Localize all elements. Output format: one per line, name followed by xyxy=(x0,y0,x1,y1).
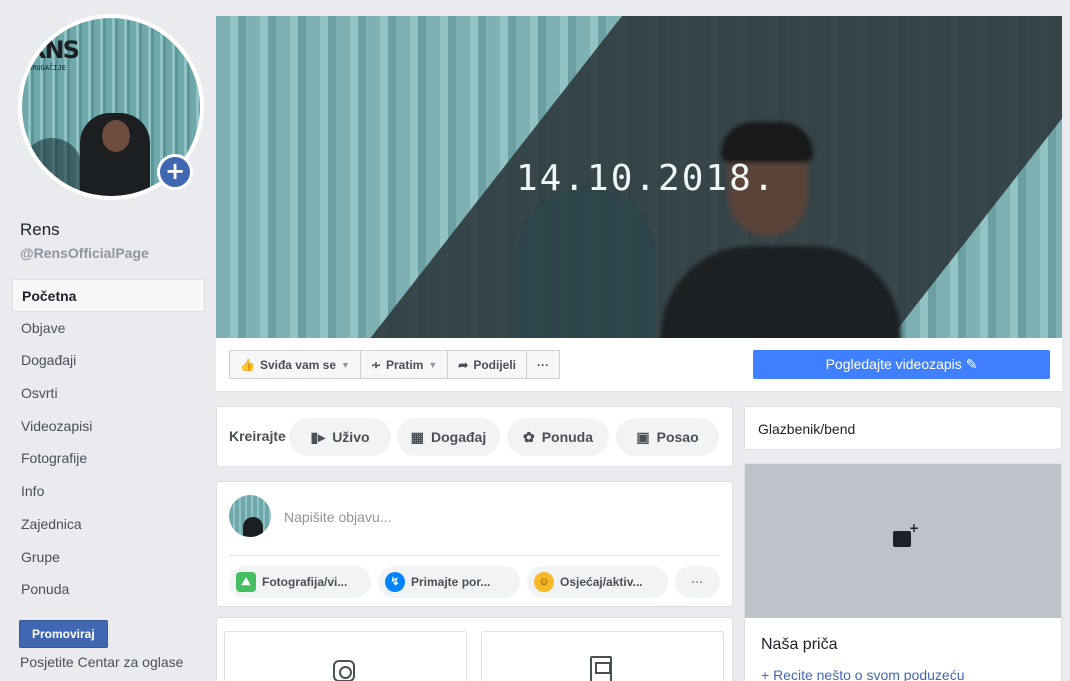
messenger-icon: ↯ xyxy=(385,572,405,592)
promote-button[interactable]: Promoviraj xyxy=(19,620,108,648)
left-column: RNS DRUGAČIJE + Rens @RensOfficialPage Po… xyxy=(0,0,216,681)
post-input[interactable]: Napišite objavu... xyxy=(284,509,391,525)
document-icon xyxy=(590,656,612,681)
create-live-button[interactable]: ▮▸ Uživo xyxy=(289,418,391,456)
composer-more-button[interactable]: ··· xyxy=(675,566,720,598)
watch-video-button[interactable]: Pogledajte videozapis ✎ xyxy=(753,350,1050,379)
divider xyxy=(229,555,720,556)
share-button[interactable]: ➦ Podijeli xyxy=(448,351,528,378)
nav-item-videozapisi[interactable]: Videozapisi xyxy=(12,410,205,443)
caret-down-icon: ▼ xyxy=(341,359,350,370)
page-action-bar: 👍 Sviđa vam se ▼ ∻ Pratim ▼ ➦ Podijeli ·… xyxy=(216,338,1062,392)
connect-card xyxy=(216,617,733,681)
post-composer: Napišite objavu... ⛰ Fotografija/vi... ↯… xyxy=(216,481,733,607)
nav-item-info[interactable]: Info xyxy=(12,475,205,508)
cover-date-text: 14.10.2018. xyxy=(516,158,777,199)
profile-logo: RNS DRUGAČIJE xyxy=(28,36,80,72)
add-photo-icon xyxy=(893,521,919,547)
add-profile-photo-button[interactable]: + xyxy=(157,154,193,190)
cover-photo[interactable]: 14.10.2018. xyxy=(216,16,1062,338)
percent-tag-icon: ✿ xyxy=(522,428,535,445)
composer-avatar xyxy=(229,495,271,537)
nav-item-objave[interactable]: Objave xyxy=(12,312,205,345)
our-story-title: Naša priča xyxy=(761,636,838,653)
create-job-button[interactable]: ▣ Posao xyxy=(616,418,719,456)
briefcase-icon: ▣ xyxy=(636,428,650,445)
create-offer-button[interactable]: ✿ Ponuda xyxy=(507,418,609,456)
caret-down-icon: ▼ xyxy=(428,359,438,370)
nav-item-zajednica[interactable]: Zajednica xyxy=(12,508,205,541)
thumbs-up-icon: 👍 xyxy=(240,357,255,372)
nav-item-grupe[interactable]: Grupe xyxy=(12,541,205,574)
page-category[interactable]: Glazbenik/bend xyxy=(758,421,855,437)
nav-item-fotografije[interactable]: Fotografije xyxy=(12,442,205,475)
calendar-icon: ▦ xyxy=(410,428,424,445)
feeling-activity-button[interactable]: ☺ Osjećaj/aktiv... xyxy=(527,566,668,598)
nav-item-ponuda[interactable]: Ponuda xyxy=(12,573,205,606)
add-story-link[interactable]: + Recite nešto o svom poduzeću xyxy=(761,667,965,681)
ads-center-link[interactable]: Posjetite Centar za oglase xyxy=(20,654,183,670)
photo-icon: ⛰ xyxy=(236,572,256,592)
share-arrow-icon: ➦ xyxy=(458,357,469,372)
category-card: Glazbenik/bend xyxy=(744,406,1062,450)
follow-button[interactable]: ∻ Pratim ▼ xyxy=(361,351,449,378)
rss-icon: ∻ xyxy=(370,357,381,372)
our-story-card: Naša priča + Recite nešto o svom poduzeć… xyxy=(744,463,1062,681)
smiley-icon: ☺ xyxy=(534,572,554,592)
create-card: Kreirajte ▮▸ Uživo ▦ Događaj ✿ Ponuda ▣ … xyxy=(216,406,733,467)
story-image-placeholder[interactable] xyxy=(745,464,1061,618)
like-button[interactable]: 👍 Sviđa vam se ▼ xyxy=(230,351,361,378)
document-tile[interactable] xyxy=(481,631,724,681)
instagram-tile[interactable] xyxy=(224,631,467,681)
page-handle[interactable]: @RensOfficialPage xyxy=(20,245,149,261)
photo-video-button[interactable]: ⛰ Fotografija/vi... xyxy=(229,566,371,598)
page-name[interactable]: Rens xyxy=(20,220,60,240)
pencil-icon: ✎ xyxy=(965,356,978,372)
nav-item-pocetna[interactable]: Početna xyxy=(12,279,205,312)
create-label: Kreirajte xyxy=(229,428,286,444)
instagram-icon xyxy=(333,660,355,681)
nav-item-dogadaji[interactable]: Događaji xyxy=(12,344,205,377)
nav-item-osvrti[interactable]: Osvrti xyxy=(12,377,205,410)
video-camera-icon: ▮▸ xyxy=(310,428,326,445)
page-nav: Početna Objave Događaji Osvrti Videozapi… xyxy=(12,279,205,606)
get-messages-button[interactable]: ↯ Primajte por... xyxy=(378,566,520,598)
create-event-button[interactable]: ▦ Događaj xyxy=(397,418,500,456)
more-actions-button[interactable]: ··· xyxy=(527,351,559,378)
